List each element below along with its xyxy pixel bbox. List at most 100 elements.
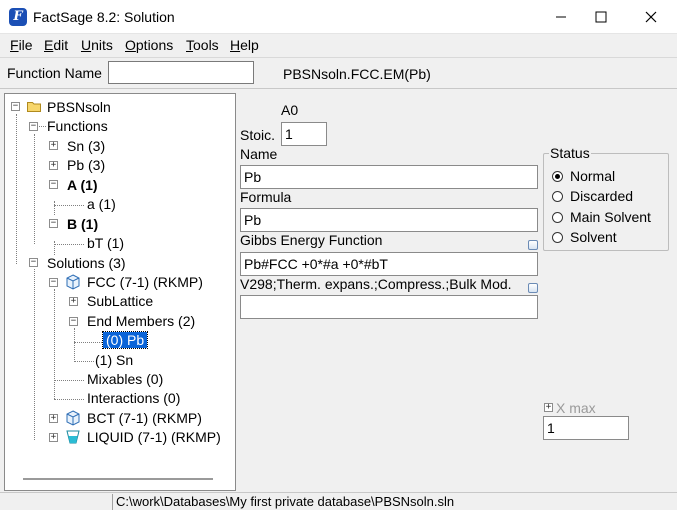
status-discarded-radio[interactable]: Discarded — [552, 188, 633, 204]
tree-functions[interactable]: Functions — [47, 118, 108, 134]
menu-tools-rest: ools — [193, 37, 219, 53]
tree-mixables[interactable]: Mixables (0) — [87, 371, 163, 387]
tree-function-pb[interactable]: Pb (3) — [67, 157, 105, 173]
menu-file-accel: F — [10, 37, 19, 53]
b-collapse-toggle[interactable]: − — [49, 219, 58, 228]
status-bar: C:\work\Databases\My first private datab… — [0, 492, 677, 510]
stoic-input[interactable]: 1 — [281, 122, 327, 146]
tree-connector — [54, 380, 84, 381]
menu-tools-accel: T — [186, 37, 193, 53]
tree-end-member-0-pb[interactable]: (0) Pb — [101, 331, 149, 349]
end-member-detail-panel: A0 Stoic. 1 Name Pb Formula Pb Gibbs Ene… — [237, 93, 677, 491]
menu-help-rest: elp — [240, 37, 259, 53]
root-collapse-toggle[interactable]: − — [11, 102, 20, 111]
tree-root-pbsnsoln[interactable]: PBSNsoln — [47, 99, 111, 115]
status-normal-label: Normal — [570, 168, 616, 184]
status-discarded-label: Discarded — [570, 188, 634, 204]
status-solvent-radio[interactable]: Solvent — [552, 229, 617, 245]
menu-edit[interactable]: Edit — [44, 37, 68, 53]
tree-horizontal-scrollbar[interactable] — [23, 478, 213, 480]
gibbs-energy-input[interactable]: Pb#FCC +0*#a +0*#bT — [240, 252, 538, 276]
tree-function-b[interactable]: B (1) — [67, 216, 98, 232]
maximize-button[interactable] — [578, 0, 624, 33]
function-name-input[interactable] — [108, 61, 254, 84]
tree-solution-liquid[interactable]: LIQUID (7-1) (RKMP) — [87, 429, 221, 445]
tree-function-sn[interactable]: Sn (3) — [67, 138, 105, 154]
folder-icon — [27, 102, 41, 112]
stoic-label: Stoic. — [240, 127, 276, 143]
v298-edit-button[interactable] — [528, 283, 538, 293]
xmax-input[interactable]: 1 — [543, 416, 629, 440]
liquid-beaker-icon — [66, 430, 80, 444]
end-members-collapse-toggle[interactable]: − — [69, 317, 78, 326]
radio-empty-icon — [552, 231, 563, 243]
menu-bar: File Edit Units Options Tools Help — [0, 34, 677, 56]
menu-options-rest: ptions — [135, 37, 174, 53]
fcc-collapse-toggle[interactable]: − — [49, 278, 58, 287]
tree-function-bt-item[interactable]: bT (1) — [87, 235, 124, 251]
title-bar: F FactSage 8.2: Solution — [0, 0, 677, 34]
function-name-bar: Function Name PBSNsoln.FCC.EM(Pb) — [0, 57, 677, 89]
minimize-icon — [556, 16, 566, 17]
menu-units[interactable]: Units — [81, 37, 113, 53]
tree-solutions[interactable]: Solutions (3) — [47, 255, 126, 271]
status-solvent-label: Solvent — [570, 229, 617, 245]
tree-end-member-1-sn[interactable]: (1) Sn — [95, 352, 133, 368]
formula-label: Formula — [240, 189, 292, 205]
xmax-expand-toggle[interactable]: + — [544, 403, 553, 412]
tree-solution-bct[interactable]: BCT (7-1) (RKMP) — [87, 410, 202, 426]
name-input[interactable]: Pb — [240, 165, 538, 189]
formula-input[interactable]: Pb — [240, 208, 538, 232]
tree-connector — [54, 289, 55, 399]
menu-units-accel: U — [81, 37, 92, 53]
menu-options[interactable]: Options — [125, 37, 173, 53]
radio-empty-icon — [552, 190, 563, 202]
solutions-collapse-toggle[interactable]: − — [29, 258, 38, 267]
bct-expand-toggle[interactable]: + — [49, 414, 58, 423]
menu-help[interactable]: Help — [230, 37, 259, 53]
tree-connector — [54, 244, 84, 245]
menu-tools[interactable]: Tools — [186, 37, 219, 53]
crystal-lattice-icon — [66, 274, 80, 290]
sn-expand-toggle[interactable]: + — [49, 141, 58, 150]
menu-options-accel: O — [125, 37, 136, 53]
tree-connector — [34, 134, 35, 244]
function-name-label: Function Name — [7, 65, 102, 81]
v298-input[interactable] — [240, 295, 538, 319]
tree-connector — [74, 361, 94, 362]
sublattice-expand-toggle[interactable]: + — [69, 297, 78, 306]
solution-tree[interactable]: − PBSNsoln − Functions + Sn (3) + Pb (3)… — [4, 93, 236, 491]
menu-file[interactable]: File — [10, 37, 33, 53]
menu-units-rest: nits — [91, 37, 113, 53]
tree-end-members[interactable]: End Members (2) — [87, 313, 195, 329]
file-path-status: C:\work\Databases\My first private datab… — [112, 494, 454, 510]
radio-selected-icon — [552, 170, 563, 182]
factsage-app-icon[interactable]: F — [9, 8, 27, 26]
tree-connector — [74, 328, 75, 362]
status-legend: Status — [549, 145, 591, 161]
tree-function-a[interactable]: A (1) — [67, 177, 98, 193]
a-collapse-toggle[interactable]: − — [49, 180, 58, 189]
close-button[interactable] — [628, 0, 674, 33]
tree-sublattice[interactable]: SubLattice — [87, 293, 153, 309]
tree-connector — [74, 342, 102, 343]
status-main-solvent-radio[interactable]: Main Solvent — [552, 209, 651, 225]
status-main-solvent-label: Main Solvent — [570, 209, 651, 225]
status-normal-radio[interactable]: Normal — [552, 168, 615, 184]
tree-function-a-item[interactable]: a (1) — [87, 196, 116, 212]
v298-label: V298;Therm. expans.;Compress.;Bulk Mod. — [240, 276, 512, 292]
tree-connector — [54, 399, 84, 400]
pb-expand-toggle[interactable]: + — [49, 161, 58, 170]
gibbs-edit-button[interactable] — [528, 240, 538, 250]
tree-connector — [54, 205, 84, 206]
maximize-icon — [595, 11, 607, 22]
tree-connector — [34, 269, 35, 440]
radio-empty-icon — [552, 211, 563, 223]
tree-interactions[interactable]: Interactions (0) — [87, 390, 180, 406]
tree-solution-fcc[interactable]: FCC (7-1) (RKMP) — [87, 274, 203, 290]
liquid-expand-toggle[interactable]: + — [49, 433, 58, 442]
functions-collapse-toggle[interactable]: − — [29, 122, 38, 131]
name-label: Name — [240, 146, 278, 162]
menu-edit-accel: E — [44, 37, 54, 53]
current-function-path: PBSNsoln.FCC.EM(Pb) — [283, 66, 431, 82]
